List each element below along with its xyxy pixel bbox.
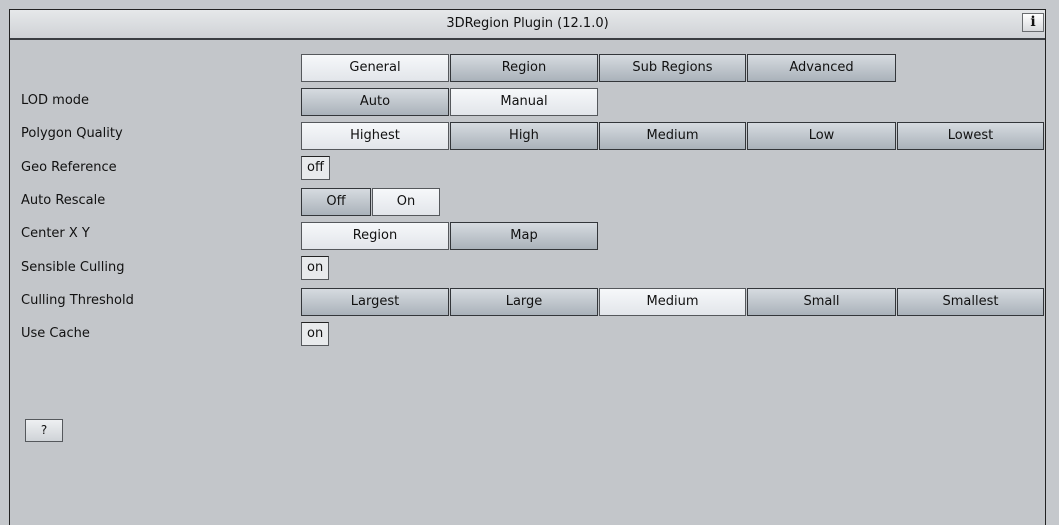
culling-smallest-button[interactable]: Smallest: [897, 288, 1044, 316]
culling-threshold-label: Culling Threshold: [21, 293, 134, 308]
rescale-on-button[interactable]: On: [372, 188, 440, 216]
geo-reference-label: Geo Reference: [21, 160, 117, 175]
tab-general[interactable]: General: [301, 54, 449, 82]
lod-mode-label: LOD mode: [21, 93, 90, 108]
use-cache-label: Use Cache: [21, 326, 90, 341]
help-button[interactable]: ?: [25, 419, 63, 442]
auto-rescale-label: Auto Rescale: [21, 193, 106, 208]
culling-small-button[interactable]: Small: [747, 288, 896, 316]
title-bar: 3DRegion Plugin (12.1.0) i: [10, 10, 1045, 40]
plugin-panel: 3DRegion Plugin (12.1.0) i General Regio…: [9, 9, 1046, 525]
tab-sub-regions[interactable]: Sub Regions: [599, 54, 746, 82]
quality-lowest-button[interactable]: Lowest: [897, 122, 1044, 150]
rescale-off-button[interactable]: Off: [301, 188, 371, 216]
center-map-button[interactable]: Map: [450, 222, 598, 250]
quality-high-button[interactable]: High: [450, 122, 598, 150]
use-cache-toggle[interactable]: on: [301, 322, 330, 346]
quality-medium-button[interactable]: Medium: [599, 122, 746, 150]
info-button[interactable]: i: [1022, 13, 1044, 32]
culling-large-button[interactable]: Large: [450, 288, 598, 316]
sensible-culling-toggle[interactable]: on: [301, 256, 330, 280]
culling-largest-button[interactable]: Largest: [301, 288, 449, 316]
center-region-button[interactable]: Region: [301, 222, 449, 250]
window-title: 3DRegion Plugin (12.1.0): [446, 16, 609, 31]
sensible-culling-label: Sensible Culling: [21, 260, 125, 275]
geo-reference-toggle[interactable]: off: [301, 156, 330, 180]
lod-manual-button[interactable]: Manual: [450, 88, 598, 116]
quality-highest-button[interactable]: Highest: [301, 122, 449, 150]
center-xy-label: Center X Y: [21, 226, 90, 241]
tab-region[interactable]: Region: [450, 54, 598, 82]
polygon-quality-label: Polygon Quality: [21, 126, 123, 141]
culling-medium-button[interactable]: Medium: [599, 288, 746, 316]
tab-advanced[interactable]: Advanced: [747, 54, 896, 82]
quality-low-button[interactable]: Low: [747, 122, 896, 150]
lod-auto-button[interactable]: Auto: [301, 88, 449, 116]
